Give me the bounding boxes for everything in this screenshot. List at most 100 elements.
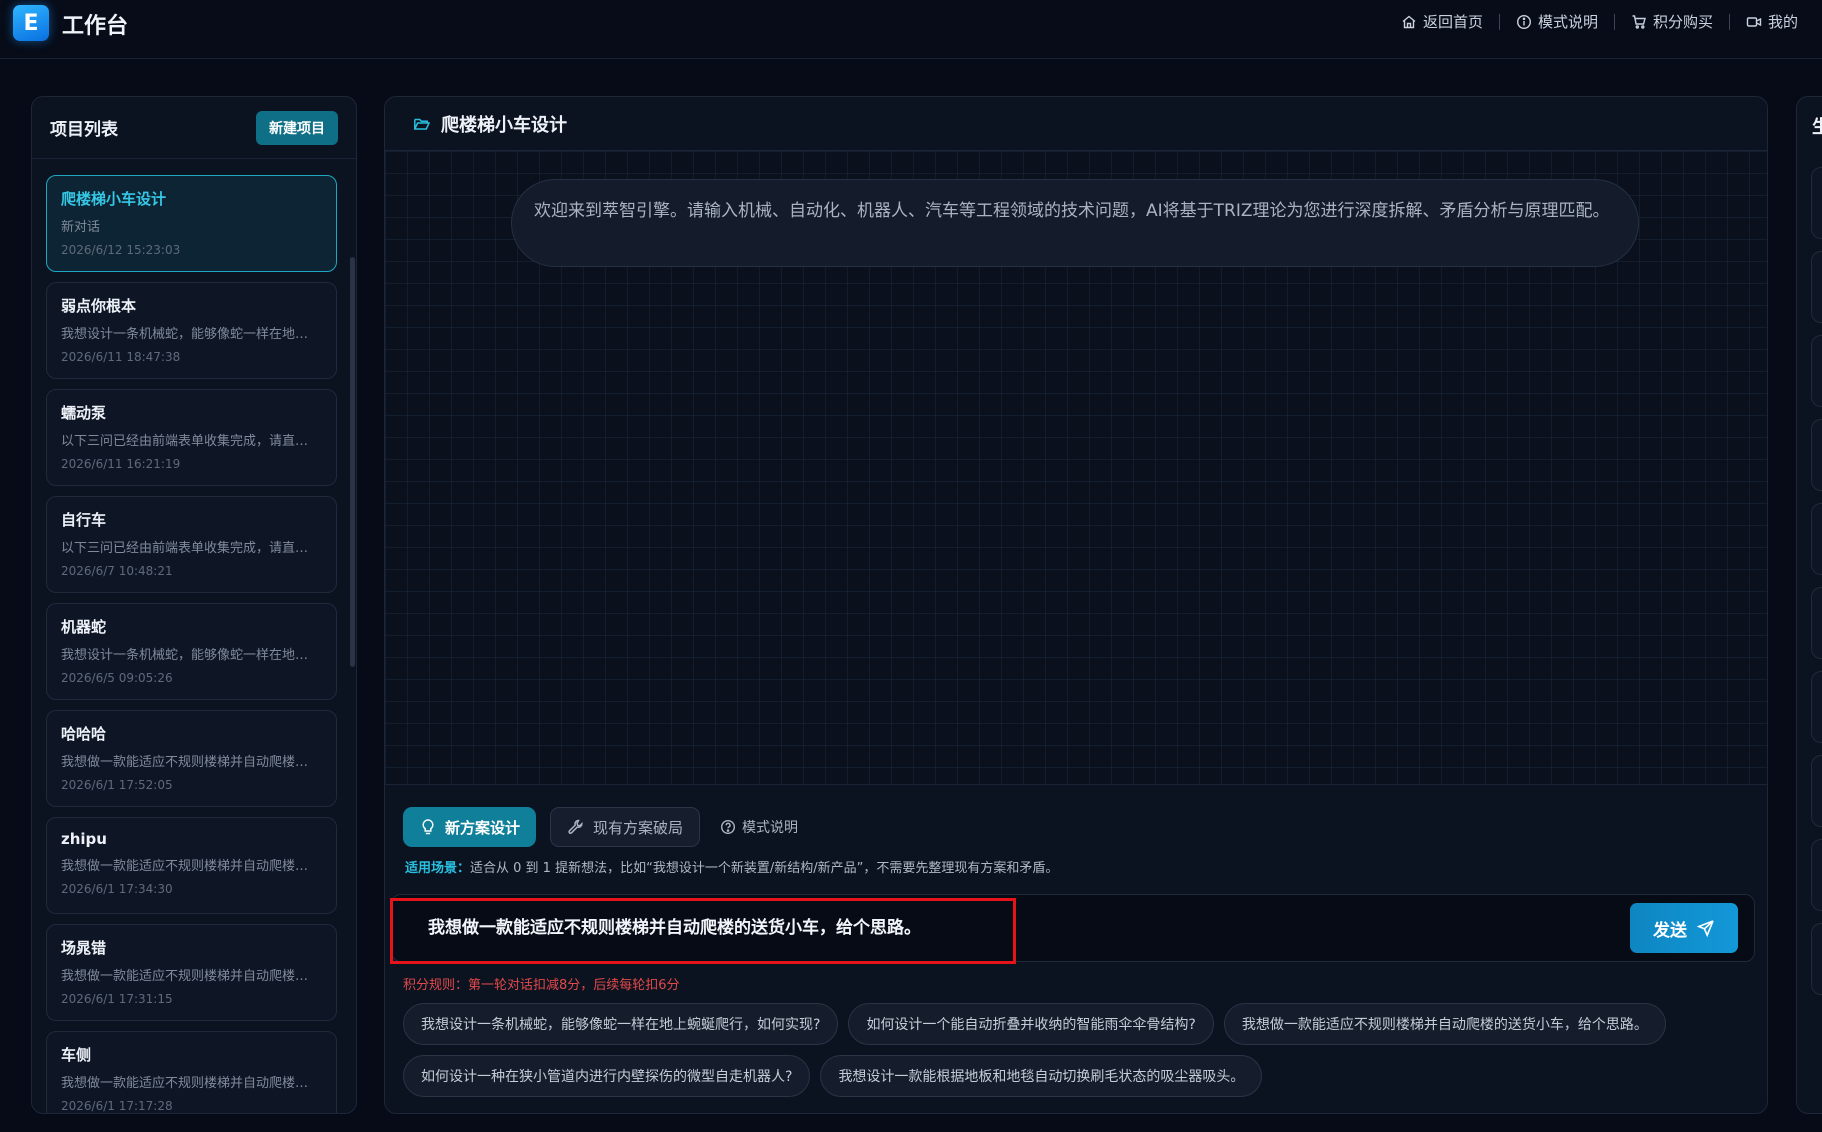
project-name: 弱点你根本 <box>61 297 137 315</box>
project-desc: 我想做一款能适应不规则楼梯并自动爬楼… <box>61 969 309 984</box>
project-name: zhipu <box>61 830 107 848</box>
project-desc: 以下三问已经由前端表单收集完成，请直… <box>61 434 309 449</box>
break-existing-mode-label: 现有方案破局 <box>593 818 684 837</box>
project-name: 场晁错 <box>61 939 107 957</box>
result-card[interactable] <box>1811 335 1822 407</box>
welcome-message: 欢迎来到萃智引擎。请输入机械、自动化、机器人、汽车等工程领域的技术问题，AI将基… <box>511 179 1639 267</box>
project-desc: 我想做一款能适应不规则楼梯并自动爬楼… <box>61 755 309 770</box>
send-icon <box>1697 920 1714 937</box>
project-list: 爬楼梯小车设计 新对话 2026/6/12 15:23:03 弱点你根本 我想设… <box>46 175 337 1113</box>
project-desc: 我想设计一条机械蛇，能够像蛇一样在地… <box>61 648 309 663</box>
folder-open-icon <box>414 118 431 130</box>
info-icon <box>1517 14 1532 29</box>
result-card[interactable] <box>1811 755 1822 827</box>
scene-hint: 适用场景：适合从 0 到 1 提新想法，比如“我想设计一个新装置/新结构/新产品… <box>405 857 1058 876</box>
project-desc: 我想设计一条机械蛇，能够像蛇一样在地… <box>61 327 309 342</box>
chat-title: 爬楼梯小车设计 <box>441 114 567 136</box>
project-name: 哈哈哈 <box>61 725 107 743</box>
result-card[interactable] <box>1811 419 1822 491</box>
nav-mode-help-link[interactable]: 模式说明 <box>1500 11 1614 32</box>
results-panel: 生 <box>1796 96 1822 1114</box>
project-item[interactable]: 蠕动泵 以下三问已经由前端表单收集完成，请直… 2026/6/11 16:21:… <box>46 389 337 486</box>
project-time: 2026/6/1 17:31:15 <box>61 992 173 1006</box>
result-card[interactable] <box>1811 167 1822 239</box>
result-card[interactable] <box>1811 839 1822 911</box>
nav-points-purchase-label: 积分购买 <box>1653 13 1714 31</box>
project-desc: 以下三问已经由前端表单收集完成，请直… <box>61 541 309 556</box>
send-button[interactable]: 发送 <box>1630 903 1738 953</box>
suggestion-chip[interactable]: 我想设计一条机械蛇，能够像蛇一样在地上蜿蜒爬行，如何实现? <box>403 1003 839 1045</box>
scene-text: 适合从 0 到 1 提新想法，比如“我想设计一个新装置/新结构/新产品”，不需要… <box>470 861 1059 876</box>
nav-home-label: 返回首页 <box>1423 13 1484 31</box>
suggestion-chip[interactable]: 我想设计一款能根据地板和地毯自动切换刷毛状态的吸尘器吸头。 <box>820 1055 1263 1097</box>
points-rule-text: 积分规则：第一轮对话扣减8分，后续每轮扣6分 <box>403 978 680 993</box>
nav-mode-help-label: 模式说明 <box>1538 13 1599 31</box>
project-time: 2026/6/5 09:05:26 <box>61 671 173 685</box>
suggestion-chip[interactable]: 如何设计一种在狭小管道内进行内壁探伤的微型自走机器人? <box>403 1055 811 1097</box>
project-time: 2026/6/11 18:47:38 <box>61 350 181 364</box>
nav-my-label: 我的 <box>1768 13 1799 31</box>
question-circle-icon <box>721 819 736 835</box>
project-list-panel: 项目列表 新建项目 爬楼梯小车设计 新对话 2026/6/12 15:23:03… <box>31 96 357 1114</box>
project-name: 机器蛇 <box>61 618 107 636</box>
lightbulb-icon <box>422 819 434 835</box>
project-desc: 新对话 <box>61 220 101 235</box>
project-name: 蠕动泵 <box>61 404 107 422</box>
suggestion-list: 我想设计一条机械蛇，能够像蛇一样在地上蜿蜒爬行，如何实现? 如何设计一个能自动折… <box>403 1003 1743 1097</box>
project-name: 自行车 <box>61 511 107 529</box>
mode-selector: 新方案设计 现有方案破局 模式说明 <box>403 807 798 847</box>
project-list-header: 项目列表 新建项目 <box>32 97 356 159</box>
project-item[interactable]: 车侧 我想做一款能适应不规则楼梯并自动爬楼… 2026/6/1 17:17:28 <box>46 1031 337 1113</box>
home-icon <box>1402 15 1416 28</box>
top-bar: E 工作台 返回首页 模式说明 积分购买 我的 <box>0 0 1822 59</box>
project-item[interactable]: 场晁错 我想做一款能适应不规则楼梯并自动爬楼… 2026/6/1 17:31:1… <box>46 924 337 1021</box>
result-card[interactable] <box>1811 587 1822 659</box>
break-existing-mode-button[interactable]: 现有方案破局 <box>550 807 701 847</box>
top-nav: 返回首页 模式说明 积分购买 我的 <box>1385 11 1814 32</box>
suggestion-chip[interactable]: 如何设计一个能自动折叠并收纳的智能雨伞伞骨结构? <box>848 1003 1214 1045</box>
video-icon <box>1746 16 1762 27</box>
suggestion-chip[interactable]: 我想做一款能适应不规则楼梯并自动爬楼的送货小车，给个思路。 <box>1223 1003 1666 1045</box>
chat-input[interactable]: 我想做一款能适应不规则楼梯并自动爬楼的送货小车，给个思路。 <box>391 894 1755 962</box>
project-name: 爬楼梯小车设计 <box>61 190 167 208</box>
project-list-title: 项目列表 <box>50 120 118 140</box>
chat-input-value[interactable]: 我想做一款能适应不规则楼梯并自动爬楼的送货小车，给个思路。 <box>428 913 921 938</box>
results-panel-title: 生 <box>1812 113 1822 139</box>
project-time: 2026/6/1 17:34:30 <box>61 882 173 896</box>
result-card[interactable] <box>1811 503 1822 575</box>
project-item[interactable]: 自行车 以下三问已经由前端表单收集完成，请直… 2026/6/7 10:48:2… <box>46 496 337 593</box>
new-design-mode-button[interactable]: 新方案设计 <box>403 807 537 847</box>
cart-icon <box>1632 14 1646 29</box>
project-time: 2026/6/1 17:17:28 <box>61 1099 173 1113</box>
project-item[interactable]: 爬楼梯小车设计 新对话 2026/6/12 15:23:03 <box>46 175 337 272</box>
result-card[interactable] <box>1811 671 1822 743</box>
nav-points-purchase-link[interactable]: 积分购买 <box>1615 11 1729 32</box>
project-desc: 我想做一款能适应不规则楼梯并自动爬楼… <box>61 859 309 874</box>
project-time: 2026/6/7 10:48:21 <box>61 564 173 578</box>
project-list-scrollbar[interactable] <box>350 257 355 667</box>
project-item[interactable]: 哈哈哈 我想做一款能适应不规则楼梯并自动爬楼… 2026/6/1 17:52:0… <box>46 710 337 807</box>
mode-help-link[interactable]: 模式说明 <box>720 817 798 837</box>
new-project-button[interactable]: 新建项目 <box>256 110 338 145</box>
app-title: 工作台 <box>62 14 129 39</box>
nav-my-link[interactable]: 我的 <box>1730 11 1814 32</box>
project-time: 2026/6/12 15:23:03 <box>61 243 181 257</box>
app-logo[interactable]: E <box>13 5 49 41</box>
project-item[interactable]: 弱点你根本 我想设计一条机械蛇，能够像蛇一样在地… 2026/6/11 18:4… <box>46 282 337 379</box>
send-label: 发送 <box>1653 920 1687 941</box>
result-card[interactable] <box>1811 923 1822 995</box>
new-design-mode-label: 新方案设计 <box>445 818 521 837</box>
result-card[interactable] <box>1811 251 1822 323</box>
scene-label: 适用场景： <box>405 861 471 876</box>
nav-home-link[interactable]: 返回首页 <box>1385 11 1499 32</box>
project-item[interactable]: 机器蛇 我想设计一条机械蛇，能够像蛇一样在地… 2026/6/5 09:05:2… <box>46 603 337 700</box>
project-time: 2026/6/11 16:21:19 <box>61 457 181 471</box>
chat-panel: 爬楼梯小车设计 欢迎来到萃智引擎。请输入机械、自动化、机器人、汽车等工程领域的技… <box>384 96 1768 1114</box>
chat-messages-area: 欢迎来到萃智引擎。请输入机械、自动化、机器人、汽车等工程领域的技术问题，AI将基… <box>385 151 1767 785</box>
wrench-icon <box>568 819 583 834</box>
project-item[interactable]: zhipu 我想做一款能适应不规则楼梯并自动爬楼… 2026/6/1 17:34… <box>46 817 337 914</box>
project-time: 2026/6/1 17:52:05 <box>61 778 173 792</box>
mode-help-label: 模式说明 <box>742 820 799 836</box>
project-desc: 我想做一款能适应不规则楼梯并自动爬楼… <box>61 1076 309 1091</box>
project-name: 车侧 <box>61 1046 92 1064</box>
